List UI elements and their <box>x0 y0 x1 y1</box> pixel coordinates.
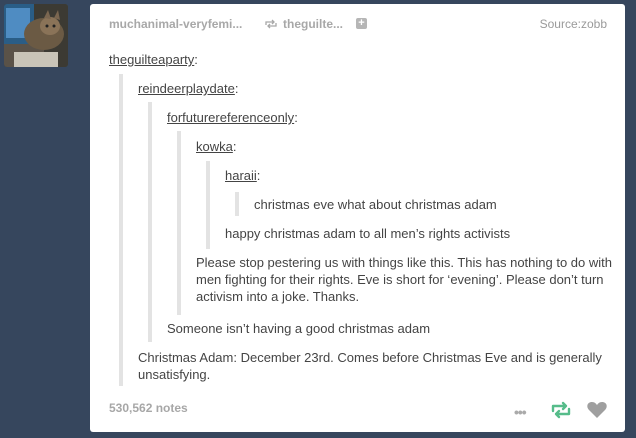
source-link[interactable]: Source:zobb <box>540 17 607 31</box>
username-link[interactable]: forfuturereferenceonly <box>167 110 294 125</box>
thread-text-2: Someone isn’t having a good christmas ad… <box>167 321 431 336</box>
username-link[interactable]: kowka <box>196 139 233 154</box>
username-link[interactable]: reindeerplaydate <box>138 81 235 96</box>
notes-count[interactable]: 530,562 notes <box>109 401 188 415</box>
avatar[interactable] <box>4 4 68 67</box>
post-card: muchanimal-veryfemi... theguilte... + So… <box>90 4 625 432</box>
thread-text-4: happy christmas adam to all men’s rights… <box>225 226 511 241</box>
reblogged-from-name[interactable]: theguilte... <box>283 17 343 31</box>
follow-plus-button[interactable]: + <box>356 18 367 29</box>
thread-text-1: Christmas Adam: December 23rd. Comes bef… <box>138 350 602 382</box>
thread-user-5: haraii: <box>225 168 261 183</box>
quote-bar-1 <box>119 74 123 386</box>
reblog-icon[interactable] <box>550 401 572 419</box>
thread-text-3: Please stop pestering us with things lik… <box>196 255 612 304</box>
thread-user-4: kowka: <box>196 139 237 154</box>
quote-bar-2 <box>148 102 152 342</box>
username-link[interactable]: theguilteaparty <box>109 52 194 67</box>
reblogger-name[interactable]: muchanimal-veryfemi... <box>109 17 242 31</box>
username-link[interactable]: haraii <box>225 168 257 183</box>
thread-user-3: forfuturereferenceonly: <box>167 110 298 125</box>
more-options-icon[interactable]: ••• <box>514 404 527 420</box>
quote-bar-3 <box>177 131 181 315</box>
avatar-cat-image <box>4 4 68 67</box>
quote-bar-4 <box>206 161 210 249</box>
post-header: muchanimal-veryfemi... theguilte... + So… <box>109 17 607 35</box>
reblog-small-icon <box>265 19 277 29</box>
thread-user-1: theguilteaparty: <box>109 52 198 67</box>
quote-bar-5 <box>235 192 239 216</box>
thread-text-5: christmas eve what about christmas adam <box>254 197 497 212</box>
like-heart-icon[interactable] <box>586 400 608 420</box>
thread-user-2: reindeerplaydate: <box>138 81 239 96</box>
